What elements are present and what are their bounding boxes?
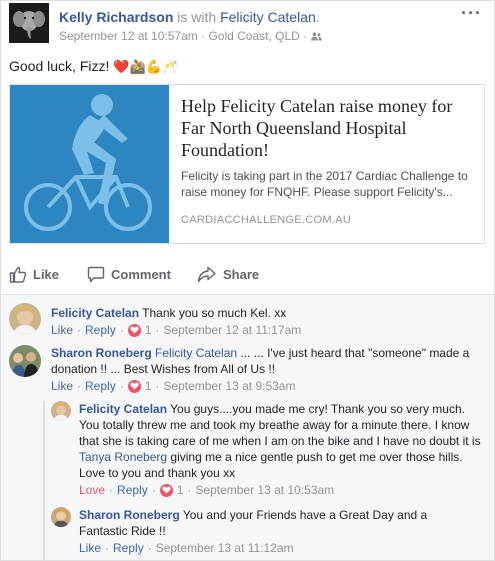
separator: ·	[105, 541, 110, 555]
post-header: Kelly Richardson is with Felicity Catela…	[9, 1, 494, 49]
post-date[interactable]: September 12 at 10:57am	[59, 29, 198, 43]
avatar[interactable]	[51, 401, 71, 421]
comment-reply-button[interactable]: Reply	[117, 483, 148, 497]
separator: ·	[151, 483, 156, 497]
preview-description: Felicity is taking part in the 2017 Card…	[181, 169, 468, 199]
comment-text: Felicity Catelan Thank you so much Kel. …	[51, 305, 487, 321]
commenter-name[interactable]: Felicity Catelan	[79, 402, 167, 416]
comment-text: Sharon Roneberg You and your Friends hav…	[79, 507, 479, 539]
comment-like-button[interactable]: Like	[79, 541, 101, 555]
comment-time[interactable]: September 13 at 10:53am	[195, 483, 334, 497]
tagged-user-link[interactable]: Felicity Catelan	[220, 9, 316, 25]
post-author-line: Kelly Richardson is with Felicity Catela…	[59, 9, 320, 25]
comment-reply-button[interactable]: Reply	[85, 323, 116, 337]
comment-actions: Love · Reply · 1 · September 13 at 10:53…	[79, 483, 334, 497]
friends-audience-icon[interactable]	[310, 32, 322, 41]
elephant-avatar-icon	[9, 3, 49, 43]
love-reaction-icon[interactable]	[159, 483, 173, 497]
separator: ·	[119, 379, 124, 393]
comment-reply-button[interactable]: Reply	[85, 379, 116, 393]
reaction-count[interactable]: 1	[145, 323, 152, 337]
commenter-name[interactable]: Sharon Roneberg	[51, 346, 152, 360]
comment-like-button[interactable]: Like	[51, 323, 73, 337]
comment: Felicity Catelan Thank you so much Kel. …	[9, 303, 489, 343]
avatar[interactable]	[9, 345, 41, 377]
separator: ·	[155, 323, 160, 337]
avatar[interactable]	[51, 507, 71, 527]
comment-time[interactable]: September 13 at 11:12am	[156, 541, 294, 555]
post-action-bar: Like Comment Share	[1, 259, 281, 289]
post-message: Good luck, Fizz!	[9, 58, 110, 74]
preview-domain: CARDIACCHALLENGE.COM.AU	[181, 214, 352, 226]
post-emoji: ❤️🚵💪🥂	[113, 59, 179, 74]
reply-comment: Sharon Roneberg You and your Friends hav…	[51, 507, 489, 557]
preview-body: Help Felicity Catelan raise money for Fa…	[181, 95, 476, 200]
separator: ·	[147, 541, 152, 555]
avatar[interactable]	[9, 3, 49, 43]
comment-text: Felicity Catelan You guys....you made me…	[79, 401, 487, 481]
preview-title[interactable]: Help Felicity Catelan raise money for Fa…	[181, 95, 476, 161]
comment-button[interactable]: Comment	[87, 259, 171, 289]
more-options-icon[interactable]: ···	[461, 3, 482, 24]
comments-section: Felicity Catelan Thank you so much Kel. …	[1, 294, 494, 561]
mention-link[interactable]: Felicity Catelan	[155, 346, 237, 360]
love-reaction-icon[interactable]	[127, 323, 141, 337]
comment-actions: Like · Reply · September 13 at 11:12am	[79, 541, 294, 555]
reply-comment: Felicity Catelan You guys....you made me…	[51, 401, 489, 501]
period-text: .	[315, 9, 320, 25]
post-meta: September 12 at 10:57am · Gold Coast, QL…	[59, 29, 322, 43]
love-reaction-icon[interactable]	[127, 379, 141, 393]
post-text: Good luck, Fizz! ❤️🚵💪🥂	[9, 58, 178, 75]
share-arrow-icon	[197, 266, 216, 282]
comment-body: Thank you so much Kel. xx	[142, 306, 287, 320]
comment-label: Comment	[111, 266, 171, 282]
separator: ·	[109, 483, 114, 497]
sharon-avatar-icon	[9, 345, 41, 377]
meta-dot: ·	[201, 29, 206, 43]
link-preview-card[interactable]: Help Felicity Catelan raise money for Fa…	[9, 84, 485, 244]
reaction-count[interactable]: 1	[145, 379, 152, 393]
separator: ·	[119, 323, 124, 337]
comment-text: Sharon Roneberg Felicity Catelan ... ...…	[51, 345, 479, 377]
thumbs-up-icon	[9, 266, 27, 283]
separator: ·	[77, 323, 82, 337]
comment-reply-button[interactable]: Reply	[113, 541, 144, 555]
separator: ·	[77, 379, 82, 393]
comment-time[interactable]: September 12 at 11:17am	[163, 323, 301, 337]
reply-thread-line	[43, 401, 45, 561]
commenter-name[interactable]: Felicity Catelan	[51, 306, 139, 320]
commenter-name[interactable]: Sharon Roneberg	[79, 508, 180, 522]
felicity-avatar-icon	[9, 303, 41, 335]
like-label: Like	[33, 266, 60, 282]
avatar[interactable]	[9, 303, 41, 335]
facebook-post: Kelly Richardson is with Felicity Catela…	[0, 0, 495, 561]
mention-link[interactable]: Tanya Roneberg	[79, 450, 167, 464]
post-location[interactable]: Gold Coast, QLD	[208, 29, 299, 43]
comment-actions: Like · Reply · 1 · September 12 at 11:17…	[51, 323, 301, 337]
comment-icon	[87, 266, 105, 282]
share-button[interactable]: Share	[197, 259, 259, 289]
reaction-count[interactable]: 1	[177, 483, 184, 497]
comment-like-button[interactable]: Like	[51, 379, 73, 393]
like-button[interactable]: Like	[9, 259, 59, 289]
comment-time[interactable]: September 13 at 9:53am	[163, 379, 295, 393]
preview-image	[10, 85, 169, 243]
author-link[interactable]: Kelly Richardson	[59, 9, 173, 25]
meta-dot-2: ·	[303, 29, 308, 43]
comment-actions: Like · Reply · 1 · September 13 at 9:53a…	[51, 379, 295, 393]
with-text: is with	[177, 9, 217, 25]
sharon-avatar-icon	[51, 507, 71, 527]
comment: Sharon Roneberg Felicity Catelan ... ...…	[9, 345, 489, 397]
cyclist-icon	[10, 85, 169, 243]
share-label: Share	[223, 266, 260, 282]
separator: ·	[155, 379, 160, 393]
comment-love-button[interactable]: Love	[79, 483, 105, 497]
felicity-avatar-icon	[51, 401, 71, 421]
separator: ·	[187, 483, 192, 497]
